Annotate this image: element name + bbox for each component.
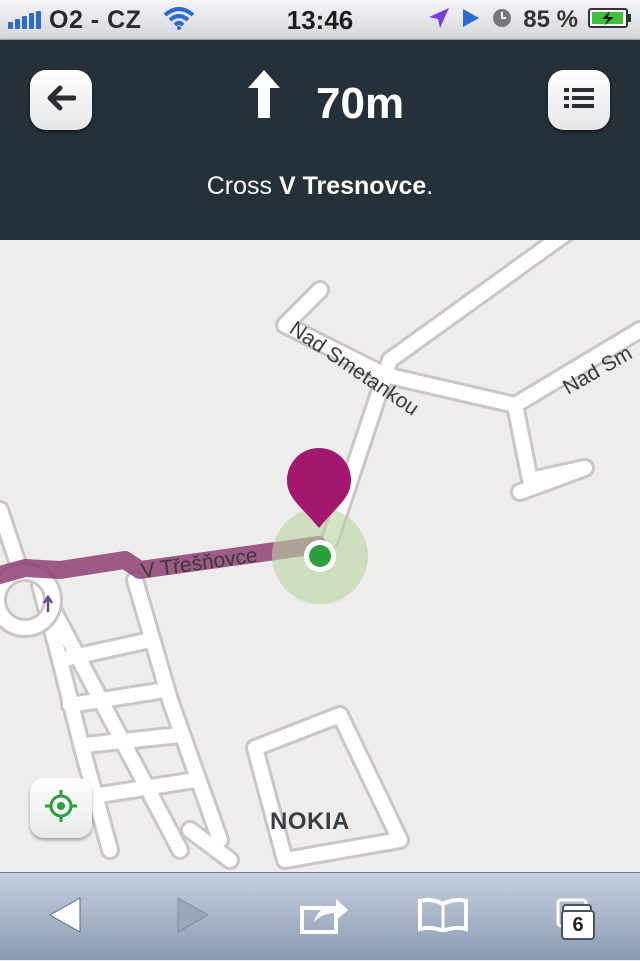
straight-arrow-icon [248, 70, 280, 123]
nokia-logo: NOKIA [270, 808, 350, 835]
share-button[interactable] [290, 873, 360, 961]
tab-count-badge: 6 [561, 910, 595, 940]
distance-value: 70m [316, 79, 405, 128]
status-right: 85 % [417, 0, 632, 40]
forward-icon [176, 896, 210, 939]
instruction-street: V Tresnovce [278, 172, 427, 200]
instruction-text: Cross V Tresnovce. [0, 172, 640, 201]
browser-toolbar [0, 872, 640, 960]
locate-me-button[interactable] [30, 778, 92, 838]
play-icon [461, 7, 481, 34]
browser-forward-button[interactable] [158, 873, 228, 961]
arrow-left-icon [46, 85, 77, 116]
browser-back-button[interactable] [30, 873, 100, 961]
instruction-suffix: . [426, 172, 434, 200]
battery-charging-icon [588, 7, 632, 34]
clock-icon [491, 7, 513, 34]
list-icon [564, 87, 594, 114]
share-icon [300, 896, 350, 939]
back-icon [48, 896, 82, 939]
battery-percent: 85 % [523, 6, 578, 33]
back-button[interactable] [30, 70, 92, 130]
location-arrow-icon [427, 6, 451, 35]
status-bar: O2 - CZ 13:46 85 % [0, 0, 640, 40]
bookmarks-button[interactable] [408, 873, 478, 961]
instruction-prefix: Cross [206, 172, 279, 200]
navigation-header: 70m Cross V Tresnovce. [0, 40, 640, 240]
map-view[interactable]: V Třešňovce Nad Smetankou Nad Sm [0, 170, 640, 872]
map-canvas[interactable]: V Třešňovce Nad Smetankou Nad Sm [0, 170, 640, 872]
bookmarks-icon [418, 897, 468, 937]
route-list-button[interactable] [548, 70, 610, 130]
crosshair-icon [44, 789, 78, 828]
